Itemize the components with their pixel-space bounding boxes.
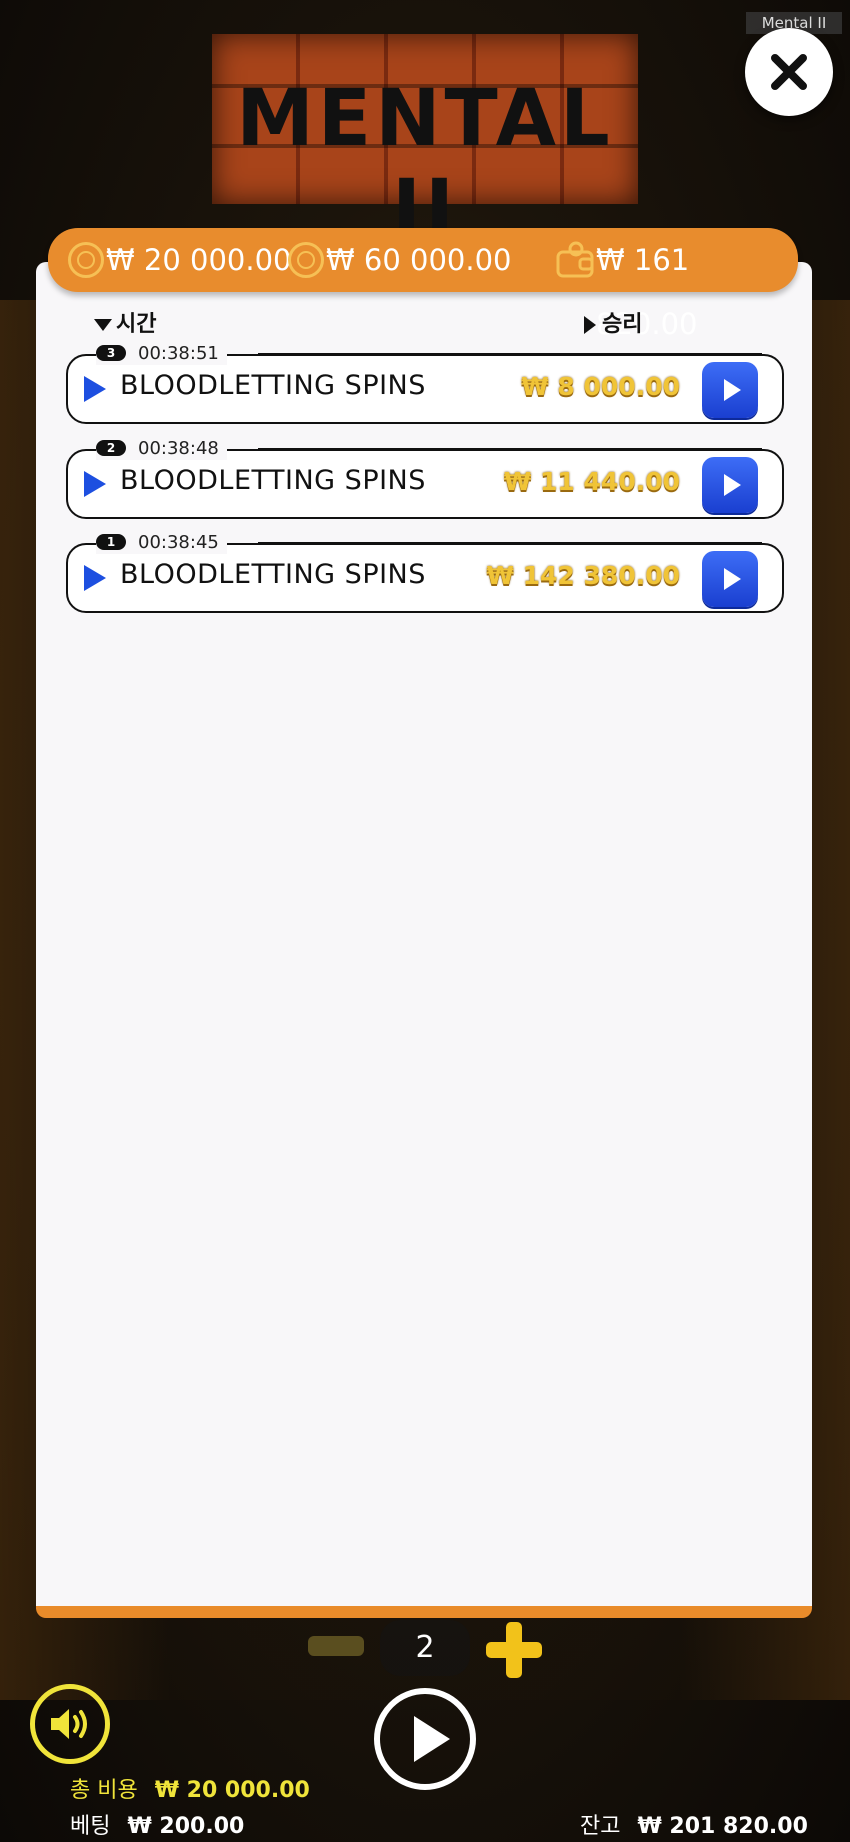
row-meta: 3 00:38:51 [96,341,227,365]
divider [258,542,762,544]
wallet-value: ₩ 161 820.00 [596,243,698,341]
row-feature-name: BLOODLETTING SPINS [120,465,426,496]
coin-icon [68,242,104,278]
time-column-header[interactable]: 시간 [94,306,156,338]
bet-cost-value: ₩ 20 000.00 [106,243,292,277]
sort-down-icon [94,319,112,331]
balance-amount: ₩ 201 820.00 [637,1814,808,1839]
bet-footer: 베팅 ₩ 200.00 [70,1808,244,1840]
row-win-amount: ₩ 142 380.00 [486,561,680,590]
time-header-label: 시간 [116,312,157,337]
decrease-button[interactable] [308,1636,364,1656]
row-number-badge: 2 [96,440,126,456]
row-win-amount: ₩ 11 440.00 [503,467,680,496]
sound-button[interactable] [30,1684,110,1764]
close-icon [771,54,807,90]
replay-button[interactable] [702,551,758,607]
play-triangle-icon [84,376,106,402]
total-cost-label: 총 비용 [70,1778,138,1803]
increase-button[interactable] [486,1622,542,1678]
total-cost-amount: ₩ 20 000.00 [154,1778,310,1803]
divider [258,448,762,450]
wallet-icon [556,241,594,278]
bet-amount: ₩ 200.00 [127,1814,245,1839]
win-header-label: 승리 [602,312,643,337]
row-feature-name: BLOODLETTING SPINS [120,370,426,401]
replay-button[interactable] [702,362,758,418]
total-cost-footer: 총 비용 ₩ 20 000.00 [70,1772,310,1804]
close-button[interactable] [745,28,833,116]
row-win-amount: ₩ 8 000.00 [521,372,680,401]
quantity-display: 2 [380,1620,470,1676]
bet-label: 베팅 [70,1814,111,1839]
history-row[interactable]: 1 00:38:45 BLOODLETTING SPINS ₩ 142 380.… [66,530,784,613]
win-column-header[interactable]: 승리 [584,306,642,338]
balance-label: 잔고 [580,1814,621,1839]
history-row[interactable]: 3 00:38:51 BLOODLETTING SPINS ₩ 8 000.00 [66,341,784,424]
row-time: 00:38:51 [138,342,219,364]
coin-icon [288,242,324,278]
row-number-badge: 1 [96,534,126,550]
logo-text: MENTAL II [236,74,614,254]
history-row[interactable]: 2 00:38:48 BLOODLETTING SPINS ₩ 11 440.0… [66,436,784,519]
total-cost-value: ₩ 60 000.00 [326,243,512,277]
row-number-badge: 3 [96,345,126,361]
game-logo: MENTAL II [212,34,638,254]
row-meta: 1 00:38:45 [96,530,227,554]
row-meta: 2 00:38:48 [96,436,227,460]
balance-footer: 잔고 ₩ 201 820.00 [580,1808,808,1840]
balance-bar: ₩ 20 000.00 ₩ 60 000.00 ₩ 161 820.00 [48,228,798,341]
play-triangle-icon [84,471,106,497]
speaker-icon [51,1709,87,1739]
row-time: 00:38:45 [138,531,219,553]
spin-button[interactable] [374,1688,476,1790]
divider [258,353,762,355]
sort-right-icon [584,316,596,334]
replay-button[interactable] [702,457,758,513]
play-triangle-icon [84,565,106,591]
row-time: 00:38:48 [138,437,219,459]
row-feature-name: BLOODLETTING SPINS [120,559,426,590]
